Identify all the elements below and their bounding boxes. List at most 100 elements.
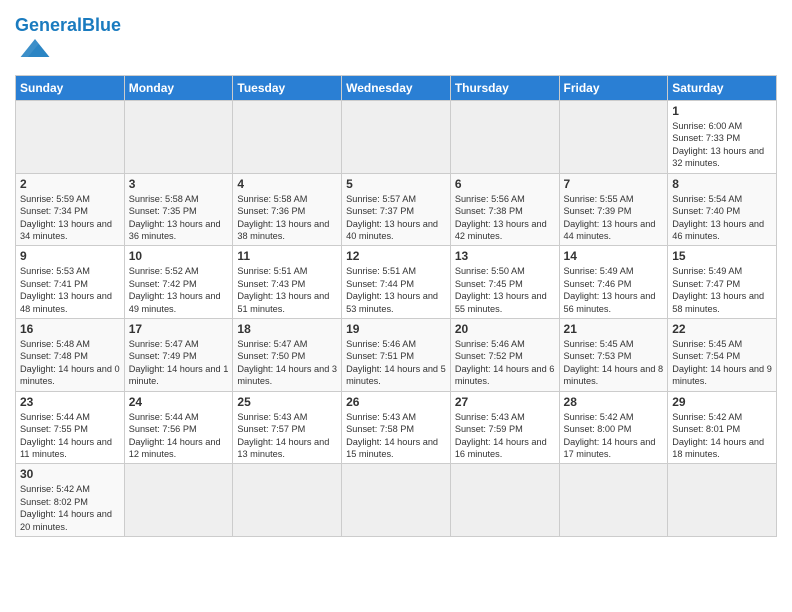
- day-number: 25: [237, 395, 337, 409]
- day-number: 29: [672, 395, 772, 409]
- day-number: 7: [564, 177, 664, 191]
- calendar-day: 29 Sunrise: 5:42 AMSunset: 8:01 PMDayligh…: [668, 391, 777, 464]
- day-number: 26: [346, 395, 446, 409]
- day-number: 16: [20, 322, 120, 336]
- day-info: Sunrise: 5:42 AMSunset: 8:01 PMDaylight:…: [672, 411, 772, 461]
- day-info: Sunrise: 5:43 AMSunset: 7:59 PMDaylight:…: [455, 411, 555, 461]
- day-info: Sunrise: 5:55 AMSunset: 7:39 PMDaylight:…: [564, 193, 664, 243]
- day-info: Sunrise: 5:57 AMSunset: 7:37 PMDaylight:…: [346, 193, 446, 243]
- day-number: 21: [564, 322, 664, 336]
- calendar-day: 25 Sunrise: 5:43 AMSunset: 7:57 PMDayligh…: [233, 391, 342, 464]
- calendar-week-5: 23 Sunrise: 5:44 AMSunset: 7:55 PMDayligh…: [16, 391, 777, 464]
- calendar-week-6: 30 Sunrise: 5:42 AMSunset: 8:02 PMDayligh…: [16, 464, 777, 537]
- day-number: 14: [564, 249, 664, 263]
- calendar-day: 8Sunrise: 5:54 AMSunset: 7:40 PMDaylight…: [668, 173, 777, 246]
- calendar-week-3: 9Sunrise: 5:53 AMSunset: 7:41 PMDaylight…: [16, 246, 777, 319]
- day-info: Sunrise: 5:59 AMSunset: 7:34 PMDaylight:…: [20, 193, 120, 243]
- day-header-tuesday: Tuesday: [233, 76, 342, 101]
- logo-text: GeneralBlue: [15, 16, 121, 34]
- calendar-day: 11Sunrise: 5:51 AMSunset: 7:43 PMDayligh…: [233, 246, 342, 319]
- calendar-day: [559, 101, 668, 174]
- day-header-wednesday: Wednesday: [342, 76, 451, 101]
- calendar-day: 2 Sunrise: 5:59 AMSunset: 7:34 PMDaylight…: [16, 173, 125, 246]
- calendar-day: 30 Sunrise: 5:42 AMSunset: 8:02 PMDayligh…: [16, 464, 125, 537]
- calendar-day: 7 Sunrise: 5:55 AMSunset: 7:39 PMDaylight…: [559, 173, 668, 246]
- day-number: 6: [455, 177, 555, 191]
- calendar-header-row: SundayMondayTuesdayWednesdayThursdayFrid…: [16, 76, 777, 101]
- calendar-day: 4Sunrise: 5:58 AMSunset: 7:36 PMDaylight…: [233, 173, 342, 246]
- logo-blue: Blue: [82, 15, 121, 35]
- day-info: Sunrise: 5:45 AMSunset: 7:53 PMDaylight:…: [564, 338, 664, 388]
- day-number: 18: [237, 322, 337, 336]
- calendar-table: SundayMondayTuesdayWednesdayThursdayFrid…: [15, 75, 777, 537]
- logo-icon: [17, 34, 53, 62]
- calendar-day: [668, 464, 777, 537]
- day-number: 30: [20, 467, 120, 481]
- day-info: Sunrise: 5:49 AMSunset: 7:46 PMDaylight:…: [564, 265, 664, 315]
- calendar-week-1: 1Sunrise: 6:00 AMSunset: 7:33 PMDaylight…: [16, 101, 777, 174]
- day-number: 1: [672, 104, 772, 118]
- day-info: Sunrise: 5:51 AMSunset: 7:44 PMDaylight:…: [346, 265, 446, 315]
- day-number: 15: [672, 249, 772, 263]
- day-info: Sunrise: 5:42 AMSunset: 8:02 PMDaylight:…: [20, 483, 120, 533]
- calendar-day: 27 Sunrise: 5:43 AMSunset: 7:59 PMDayligh…: [450, 391, 559, 464]
- day-number: 28: [564, 395, 664, 409]
- day-info: Sunrise: 5:43 AMSunset: 7:58 PMDaylight:…: [346, 411, 446, 461]
- day-header-sunday: Sunday: [16, 76, 125, 101]
- day-info: Sunrise: 5:46 AMSunset: 7:51 PMDaylight:…: [346, 338, 446, 388]
- calendar-day: [124, 464, 233, 537]
- day-number: 27: [455, 395, 555, 409]
- day-header-saturday: Saturday: [668, 76, 777, 101]
- calendar-week-4: 16 Sunrise: 5:48 AMSunset: 7:48 PMDayligh…: [16, 319, 777, 392]
- day-info: Sunrise: 5:44 AMSunset: 7:56 PMDaylight:…: [129, 411, 229, 461]
- calendar-day: [342, 101, 451, 174]
- day-number: 11: [237, 249, 337, 263]
- logo: GeneralBlue: [15, 16, 121, 67]
- calendar-day: [233, 464, 342, 537]
- calendar-day: 26 Sunrise: 5:43 AMSunset: 7:58 PMDayligh…: [342, 391, 451, 464]
- day-number: 12: [346, 249, 446, 263]
- calendar-day: 9Sunrise: 5:53 AMSunset: 7:41 PMDaylight…: [16, 246, 125, 319]
- day-info: Sunrise: 5:45 AMSunset: 7:54 PMDaylight:…: [672, 338, 772, 388]
- day-info: Sunrise: 5:53 AMSunset: 7:41 PMDaylight:…: [20, 265, 120, 315]
- calendar-day: [124, 101, 233, 174]
- logo-general: General: [15, 15, 82, 35]
- calendar-day: 13 Sunrise: 5:50 AMSunset: 7:45 PMDayligh…: [450, 246, 559, 319]
- day-number: 13: [455, 249, 555, 263]
- page-header: GeneralBlue: [15, 10, 777, 67]
- calendar-day: 12 Sunrise: 5:51 AMSunset: 7:44 PMDayligh…: [342, 246, 451, 319]
- day-info: Sunrise: 5:50 AMSunset: 7:45 PMDaylight:…: [455, 265, 555, 315]
- day-number: 22: [672, 322, 772, 336]
- day-info: Sunrise: 5:56 AMSunset: 7:38 PMDaylight:…: [455, 193, 555, 243]
- day-info: Sunrise: 5:48 AMSunset: 7:48 PMDaylight:…: [20, 338, 120, 388]
- calendar-day: 16 Sunrise: 5:48 AMSunset: 7:48 PMDayligh…: [16, 319, 125, 392]
- day-info: Sunrise: 5:44 AMSunset: 7:55 PMDaylight:…: [20, 411, 120, 461]
- day-number: 2: [20, 177, 120, 191]
- day-number: 19: [346, 322, 446, 336]
- calendar-day: 17Sunrise: 5:47 AMSunset: 7:49 PMDayligh…: [124, 319, 233, 392]
- calendar-day: 1Sunrise: 6:00 AMSunset: 7:33 PMDaylight…: [668, 101, 777, 174]
- calendar-day: [342, 464, 451, 537]
- day-info: Sunrise: 5:49 AMSunset: 7:47 PMDaylight:…: [672, 265, 772, 315]
- day-info: Sunrise: 5:42 AMSunset: 8:00 PMDaylight:…: [564, 411, 664, 461]
- day-info: Sunrise: 5:58 AMSunset: 7:36 PMDaylight:…: [237, 193, 337, 243]
- calendar-day: 18Sunrise: 5:47 AMSunset: 7:50 PMDayligh…: [233, 319, 342, 392]
- calendar-week-2: 2 Sunrise: 5:59 AMSunset: 7:34 PMDaylight…: [16, 173, 777, 246]
- day-number: 20: [455, 322, 555, 336]
- calendar-day: [559, 464, 668, 537]
- day-info: Sunrise: 5:46 AMSunset: 7:52 PMDaylight:…: [455, 338, 555, 388]
- day-number: 23: [20, 395, 120, 409]
- day-number: 24: [129, 395, 229, 409]
- day-number: 10: [129, 249, 229, 263]
- calendar-day: 21 Sunrise: 5:45 AMSunset: 7:53 PMDayligh…: [559, 319, 668, 392]
- calendar-day: 15 Sunrise: 5:49 AMSunset: 7:47 PMDayligh…: [668, 246, 777, 319]
- day-info: Sunrise: 5:58 AMSunset: 7:35 PMDaylight:…: [129, 193, 229, 243]
- day-number: 8: [672, 177, 772, 191]
- day-header-thursday: Thursday: [450, 76, 559, 101]
- day-info: Sunrise: 5:43 AMSunset: 7:57 PMDaylight:…: [237, 411, 337, 461]
- calendar-day: [450, 464, 559, 537]
- calendar-day: [450, 101, 559, 174]
- calendar-day: 5Sunrise: 5:57 AMSunset: 7:37 PMDaylight…: [342, 173, 451, 246]
- calendar-day: 23 Sunrise: 5:44 AMSunset: 7:55 PMDayligh…: [16, 391, 125, 464]
- calendar-day: 10Sunrise: 5:52 AMSunset: 7:42 PMDayligh…: [124, 246, 233, 319]
